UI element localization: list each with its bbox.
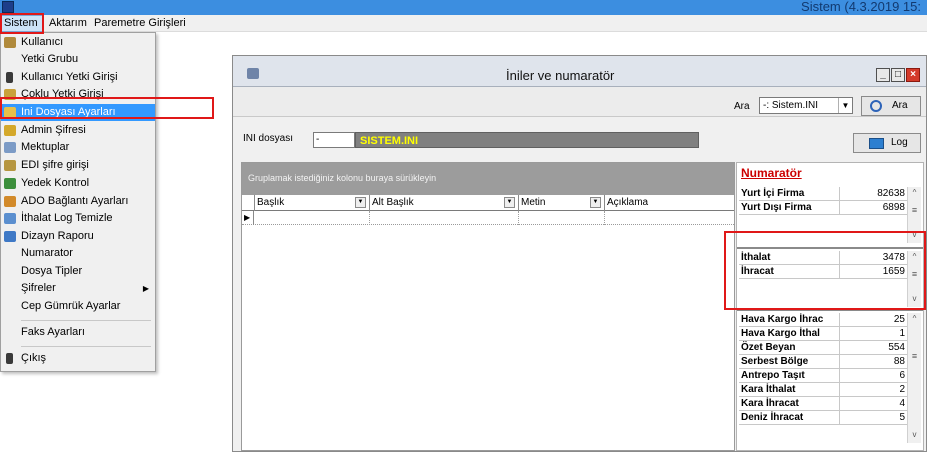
report-icon [4, 231, 16, 242]
menu-item-ado-baglanti-ayarlari[interactable]: ADO Bağlantı Ayarları [1, 193, 155, 210]
clean-log-icon [4, 213, 16, 224]
minimize-button[interactable]: _ [876, 68, 890, 82]
list-item[interactable]: Deniz İhracat 5 [739, 411, 909, 425]
menu-item-cikis[interactable]: Çıkış [1, 350, 155, 367]
list-item[interactable]: Antrepo Taşıt 6 [739, 369, 909, 383]
menu-aktarim[interactable]: Aktarım [49, 17, 87, 29]
sistem-dropdown-menu: Kullanıcı Yetki Grubu Kullanıcı Yetki Gi… [0, 32, 156, 372]
list-item[interactable]: Hava Kargo İthal 1 [739, 327, 909, 341]
column-header-label: Başlık [257, 197, 285, 208]
column-header-metin[interactable]: Metin ▼ [518, 195, 604, 211]
menu-divider [21, 320, 151, 321]
chevron-down-icon[interactable]: ▼ [838, 98, 852, 113]
submenu-arrow-icon: ▶ [142, 284, 149, 293]
group-by-panel[interactable]: Gruplamak istediğiniz kolonu buraya sürü… [242, 163, 734, 195]
ini-file-label: INI dosyası [243, 133, 294, 144]
menu-divider [21, 346, 151, 347]
app-title-bar: Sistem (4.3.2019 15: [0, 0, 927, 15]
search-ini-select[interactable]: -: Sistem.INI ▼ [759, 97, 853, 114]
maximize-button[interactable]: □ [891, 68, 905, 82]
annotation-box-sistem-menu [0, 13, 44, 34]
connection-icon [4, 196, 16, 207]
annotation-box-ithalat-ihracat [724, 231, 926, 310]
window-title-bar[interactable]: İniler ve numaratör _ □ × [233, 56, 926, 87]
log-button-label: Log [891, 137, 908, 148]
scrollbar-diger[interactable]: ^ ≡ v [907, 313, 921, 443]
search-ini-select-value: -: Sistem.INI [763, 100, 819, 111]
list-item[interactable]: Kara İhracat 4 [739, 397, 909, 411]
menu-item-sifreler[interactable]: Şifreler ▶ [1, 280, 155, 297]
filter-dropdown-icon[interactable]: ▼ [590, 197, 601, 208]
edi-key-icon [4, 160, 16, 171]
column-header-label: Metin [521, 197, 546, 208]
column-header-baslik[interactable]: Başlık ▼ [254, 195, 369, 211]
menu-parametre-girisleri[interactable]: Paremetre Girişleri [94, 17, 186, 29]
ini-file-value: SISTEM.INI [355, 132, 699, 148]
menu-item-yetki-grubu[interactable]: Yetki Grubu [1, 51, 155, 68]
letter-icon [4, 142, 16, 153]
filter-dropdown-icon[interactable]: ▼ [355, 197, 366, 208]
numerator-list-firma: Yurt İçi Firma 82638 Yurt Dışı Firma 689… [739, 187, 909, 235]
numerator-list-diger: Hava Kargo İhrac 25 Hava Kargo İthal 1 Ö… [739, 313, 909, 439]
close-button[interactable]: × [906, 68, 920, 82]
table-row[interactable]: ▶ [242, 211, 734, 225]
grid-cell[interactable] [604, 211, 605, 225]
list-item[interactable]: Yurt İçi Firma 82638 [739, 187, 909, 201]
menu-item-ithalat-log-temizle[interactable]: İthalat Log Temizle [1, 210, 155, 227]
column-header-label: Açıklama [607, 197, 649, 208]
ini-file-input[interactable]: - [313, 132, 355, 148]
menu-item-yedek-kontrol[interactable]: Yedek Kontrol [1, 175, 155, 192]
menu-item-dosya-tipler[interactable]: Dosya Tipler [1, 263, 155, 280]
scroll-grip-icon[interactable]: ≡ [909, 351, 920, 361]
filter-dropdown-icon[interactable]: ▼ [504, 197, 515, 208]
search-icon [870, 100, 882, 112]
window-icon [247, 68, 259, 79]
window-title: İniler ve numaratör [506, 68, 615, 83]
numerator-title: Numaratör [741, 166, 802, 180]
exit-icon [6, 353, 13, 364]
users-icon [4, 37, 16, 48]
menu-item-kullanici-yetki-girisi[interactable]: Kullanıcı Yetki Girişi [1, 69, 155, 86]
ini-file-row: INI dosyası - SISTEM.INI [233, 121, 926, 158]
key-icon [4, 125, 16, 136]
log-button[interactable]: Log [853, 133, 921, 153]
log-icon [869, 138, 884, 149]
scroll-grip-icon[interactable]: ≡ [909, 205, 920, 215]
scroll-up-icon[interactable]: ^ [908, 313, 921, 325]
list-item[interactable]: Özet Beyan 554 [739, 341, 909, 355]
list-item[interactable]: Yurt Dışı Firma 6898 [739, 201, 909, 215]
menu-item-kullanici[interactable]: Kullanıcı [1, 34, 155, 51]
menu-item-numarator[interactable]: Numarator [1, 245, 155, 262]
search-toolbar: Ara -: Sistem.INI ▼ Ara [233, 87, 926, 117]
ini-grid: Gruplamak istediğiniz kolonu buraya sürü… [241, 162, 735, 451]
row-pointer-icon: ▶ [242, 211, 254, 225]
menu-item-edi-sifre-girisi[interactable]: EDI şifre girişi [1, 157, 155, 174]
scroll-down-icon[interactable]: v [908, 429, 921, 441]
menu-item-mektuplar[interactable]: Mektuplar [1, 139, 155, 156]
user-key-icon [6, 72, 13, 83]
menu-item-admin-sifresi[interactable]: Admin Şifresi [1, 122, 155, 139]
grid-cell[interactable] [518, 211, 519, 225]
column-header-aciklama[interactable]: Açıklama [604, 195, 734, 211]
search-button[interactable]: Ara [861, 96, 921, 116]
grid-header: Başlık ▼ Alt Başlık ▼ Metin ▼ Açıklama [242, 195, 734, 211]
column-header-label: Alt Başlık [372, 197, 414, 208]
menu-item-dizayn-raporu[interactable]: Dizayn Raporu [1, 228, 155, 245]
annotation-box-ini-ayarlari [0, 97, 214, 119]
backup-icon [4, 178, 16, 189]
list-item[interactable]: Kara İthalat 2 [739, 383, 909, 397]
list-item[interactable]: Serbest Bölge 88 [739, 355, 909, 369]
menu-item-cep-gumruk-ayarlar[interactable]: Cep Gümrük Ayarlar [1, 298, 155, 315]
column-header-alt-baslik[interactable]: Alt Başlık ▼ [369, 195, 518, 211]
search-button-label: Ara [892, 100, 908, 111]
menu-item-faks-ayarlari[interactable]: Faks Ayarları [1, 324, 155, 341]
list-item[interactable]: Hava Kargo İhrac 25 [739, 313, 909, 327]
app-icon [2, 1, 14, 13]
menu-bar: Sistem Aktarım Paremetre Girişleri [0, 15, 927, 32]
scroll-up-icon[interactable]: ^ [908, 187, 921, 199]
app-title: Sistem (4.3.2019 15: [801, 0, 921, 14]
grid-cell[interactable] [369, 211, 370, 225]
search-label: Ara [734, 101, 750, 112]
